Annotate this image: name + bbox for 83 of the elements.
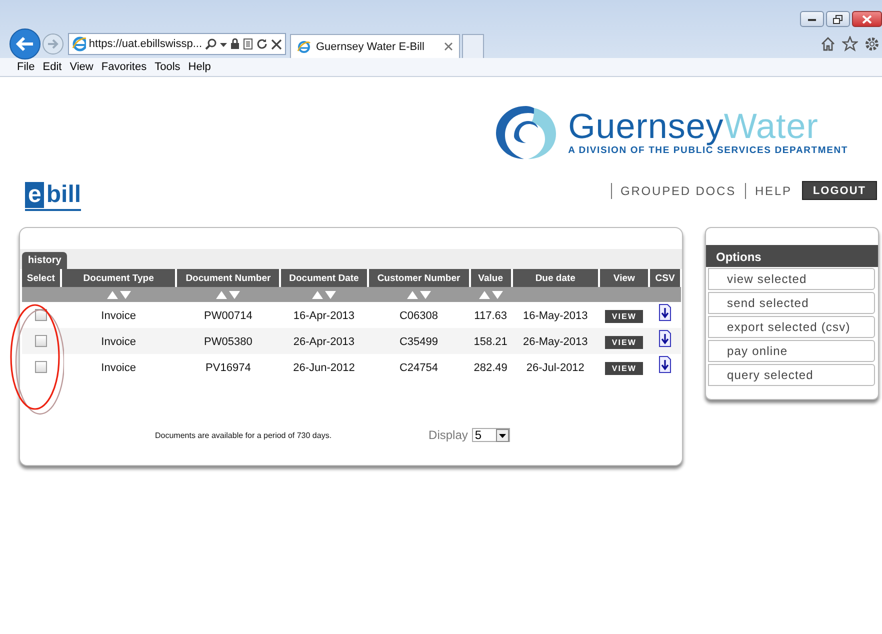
sort-icon[interactable] — [312, 290, 336, 299]
table-cell: 16-May-2013 — [522, 310, 588, 322]
home-icon[interactable] — [820, 36, 836, 52]
nav-link[interactable]: GROUPED DOCS — [620, 184, 736, 198]
option-button[interactable]: pay online — [708, 340, 875, 362]
table-cell: C24754 — [399, 362, 438, 374]
browser-icon — [72, 36, 86, 52]
browser-tab[interactable]: Guernsey Water E-Bill — [290, 34, 460, 58]
display-select[interactable]: 5 — [472, 428, 510, 442]
menu-item[interactable]: Help — [184, 61, 215, 73]
menu-item[interactable]: Edit — [38, 61, 66, 73]
row-checkbox[interactable] — [35, 360, 48, 373]
column-header: View — [599, 269, 650, 287]
table-cell: 26-May-2013 — [522, 336, 588, 348]
display-label: Display — [428, 428, 468, 442]
restore-button[interactable] — [826, 11, 850, 27]
sort-icon[interactable] — [216, 290, 240, 299]
document-icon[interactable] — [243, 38, 253, 50]
table-cell: Invoice — [101, 336, 136, 348]
refresh-icon[interactable] — [256, 38, 268, 50]
logo-icon — [494, 104, 558, 160]
table-cell: Invoice — [101, 362, 136, 374]
table-cell: 282.49 — [474, 362, 508, 374]
ebill-logo: e bill — [25, 182, 82, 211]
menu-item[interactable]: View — [66, 61, 98, 73]
table-cell: PW00714 — [204, 310, 252, 322]
column-header: Document Date — [280, 269, 368, 287]
restore-icon[interactable] — [833, 14, 843, 24]
settings-icon[interactable] — [864, 36, 880, 52]
star-icon[interactable] — [842, 36, 858, 52]
table-cell: 158.21 — [474, 336, 508, 348]
options-title: Options — [706, 245, 878, 267]
menu-item[interactable]: File — [13, 61, 39, 73]
option-button[interactable]: view selected — [708, 268, 875, 290]
table-cell: C06308 — [399, 310, 438, 322]
column-header: CSV — [649, 269, 681, 287]
browser-icon — [297, 40, 311, 54]
table-cell: C35499 — [399, 336, 438, 348]
brand-name: GuernseyWater — [568, 108, 820, 144]
download-icon[interactable] — [659, 330, 672, 347]
table-cell: 26-Jul-2012 — [526, 362, 584, 374]
table-cell: 26-Jun-2012 — [293, 362, 355, 374]
view-button[interactable]: VIEW — [604, 336, 644, 349]
back-button[interactable] — [9, 28, 41, 60]
column-header: Due date — [512, 269, 600, 287]
menu-item[interactable]: Favorites — [97, 61, 151, 73]
close-button[interactable] — [852, 11, 882, 27]
table-cell: PV16974 — [206, 362, 251, 374]
row-checkbox[interactable] — [35, 334, 48, 347]
retention-note: Documents are available for a period of 730 days. — [155, 430, 332, 440]
logout-button[interactable]: LOGOUT — [802, 181, 877, 200]
sort-icon[interactable] — [406, 290, 431, 299]
table-cell: 117.63 — [474, 310, 507, 322]
column-header: Document Number — [176, 269, 280, 287]
view-button[interactable]: VIEW — [604, 362, 644, 375]
table-cell: PW05380 — [204, 336, 252, 348]
history-tab[interactable]: history — [22, 252, 68, 269]
option-button[interactable]: query selected — [708, 364, 875, 386]
column-header: Customer Number — [368, 269, 470, 287]
close-icon[interactable] — [271, 38, 282, 50]
column-header: Select — [22, 269, 61, 287]
minimize-button[interactable] — [800, 11, 824, 27]
menu-item[interactable]: Tools — [150, 61, 184, 73]
nav-link[interactable]: HELP — [754, 184, 792, 198]
search-icon[interactable] — [205, 38, 217, 50]
column-header: Value — [470, 269, 512, 287]
option-button[interactable]: export selected (csv) — [708, 316, 875, 338]
address-bar[interactable]: https://uat.ebillswissp... — [68, 33, 286, 55]
download-icon[interactable] — [659, 304, 672, 321]
brand-tagline: A DIVISION OF THE PUBLIC SERVICES DEPARTMENT — [568, 144, 848, 156]
dropdown-icon[interactable] — [496, 428, 509, 442]
sort-icon[interactable] — [478, 290, 503, 299]
column-header: Document Type — [60, 269, 176, 287]
table-cell: Invoice — [101, 310, 136, 322]
option-button[interactable]: send selected — [708, 292, 875, 314]
table-cell: 16-Apr-2013 — [293, 310, 355, 322]
download-icon[interactable] — [659, 356, 672, 373]
sort-icon[interactable] — [106, 290, 131, 299]
table-cell: 26-Apr-2013 — [293, 336, 355, 348]
lock-icon[interactable] — [230, 38, 240, 50]
view-button[interactable]: VIEW — [604, 310, 644, 323]
close-tab-icon[interactable] — [444, 42, 453, 51]
minimize-icon[interactable] — [807, 16, 817, 22]
